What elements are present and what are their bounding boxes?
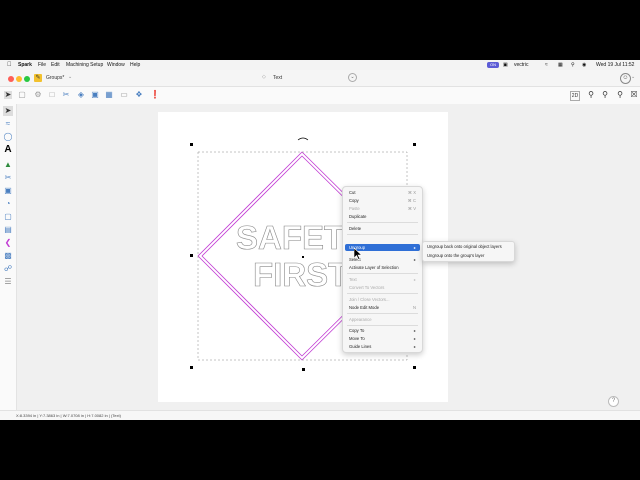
ctx-text[interactable]: Text ▸ [345, 276, 420, 283]
submenu-arrow-icon: ▸ [413, 328, 416, 333]
resize-handle-bottom-left[interactable] [190, 366, 193, 369]
center-handle[interactable] [302, 256, 304, 258]
ctx-paste[interactable]: Paste ⌘ V [345, 205, 420, 212]
ctx-copy[interactable]: Copy ⌘ C [345, 197, 420, 204]
rotate-handle-icon[interactable] [297, 137, 309, 141]
ctx-copy-shortcut: ⌘ C [407, 198, 416, 203]
context-menu: Cut ⌘ X Copy ⌘ C Paste ⌘ V Duplicate Delete… [342, 186, 423, 353]
ctx-guide-lines-label: Guide Lines [349, 344, 372, 349]
ctx-duplicate-label: Duplicate [349, 214, 367, 219]
ctx-text-label: Text [349, 277, 357, 282]
ctx-move-to-label: Move To [349, 336, 365, 341]
ctx-node-edit-label: Node Edit Mode [349, 305, 380, 310]
menu-separator [347, 325, 418, 326]
menu-separator [347, 293, 418, 294]
resize-handle-bottom-middle[interactable] [302, 368, 305, 371]
resize-handle-top-left[interactable] [190, 143, 193, 146]
mouse-cursor-icon [354, 248, 362, 260]
ctx-activate-layer[interactable]: Activate Layer of Selection [345, 264, 420, 271]
ctx-delete-label: Delete [349, 226, 362, 231]
ctx-appearance-label: Appearance [349, 317, 372, 322]
submenu-arrow-icon: ▸ [413, 245, 416, 250]
ctx-delete[interactable]: Delete [345, 225, 420, 232]
ctx-appearance[interactable]: Appearance [345, 316, 420, 323]
resize-handle-middle-left[interactable] [190, 254, 193, 257]
artwork-text-first[interactable]: FIRST [253, 256, 349, 294]
menu-separator [347, 273, 418, 274]
artwork-layer: SAFETY FIRST [197, 137, 408, 361]
ctx-activate-layer-label: Activate Layer of Selection [349, 265, 399, 270]
ctx-cut-shortcut: ⌘ X [407, 190, 416, 195]
submenu-ungroup-group-layer[interactable]: Ungroup onto the group's layer [427, 252, 484, 259]
submenu-arrow-icon: ▸ [413, 277, 416, 282]
resize-handle-top-right[interactable] [413, 143, 416, 146]
submenu-arrow-icon: ▸ [413, 336, 416, 341]
ctx-copy-label: Copy [349, 198, 359, 203]
ctx-copy-to[interactable]: Copy To ▸ [345, 327, 420, 334]
ctx-convert-vectors[interactable]: Convert To Vectors [345, 284, 420, 291]
ctx-paste-shortcut: ⌘ V [407, 206, 416, 211]
ctx-move-to[interactable]: Move To ▸ [345, 335, 420, 342]
ctx-node-edit-shortcut: N [412, 305, 416, 310]
ctx-cut[interactable]: Cut ⌘ X [345, 189, 420, 196]
menu-separator [347, 234, 418, 235]
ctx-guide-lines[interactable]: Guide Lines ▸ [345, 343, 420, 350]
help-icon[interactable]: ? [608, 396, 619, 407]
submenu-ungroup-original-layers[interactable]: Ungroup back onto original object layers [427, 243, 502, 250]
ungroup-submenu: Ungroup back onto original object layers… [422, 241, 515, 262]
ctx-duplicate[interactable]: Duplicate [345, 213, 420, 220]
resize-handle-bottom-right[interactable] [413, 366, 416, 369]
ctx-cut-label: Cut [349, 190, 356, 195]
ctx-join-close[interactable]: Join / Close Vectors... [345, 296, 420, 303]
ctx-copy-to-label: Copy To [349, 328, 365, 333]
submenu-arrow-icon: ▸ [413, 344, 416, 349]
ctx-paste-label: Paste [349, 206, 360, 211]
submenu-arrow-icon: ▸ [413, 257, 416, 262]
menu-separator [347, 222, 418, 223]
menu-separator [347, 313, 418, 314]
ctx-convert-vectors-label: Convert To Vectors [349, 285, 385, 290]
ctx-node-edit[interactable]: Node Edit Mode N [345, 304, 420, 311]
ctx-join-close-label: Join / Close Vectors... [349, 297, 390, 302]
